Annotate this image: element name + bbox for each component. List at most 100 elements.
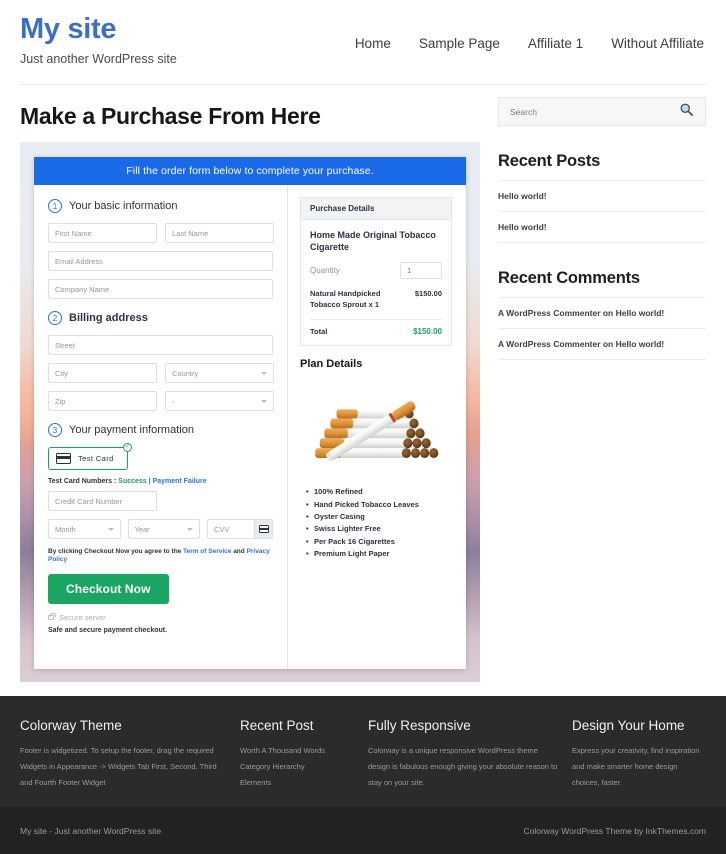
- expiry-year-select[interactable]: Year: [127, 519, 200, 539]
- line-item-row: Natural Handpicked Tobacco Sprout x 1 $1…: [310, 289, 442, 321]
- cvv-field-group[interactable]: CVV: [207, 519, 273, 539]
- zip-input[interactable]: Zip: [48, 391, 157, 411]
- test-success-link[interactable]: Success: [118, 478, 146, 485]
- chevron-down-icon: [187, 527, 193, 531]
- credit-card-icon: [258, 525, 269, 533]
- plan-feature: Swiss Lighter Free: [306, 523, 452, 536]
- state-select[interactable]: -: [165, 391, 274, 411]
- footer-widget-fully-responsive: Fully Responsive Colorway is a unique re…: [368, 718, 558, 791]
- site-title[interactable]: My site: [20, 13, 177, 46]
- country-select-value: Country: [172, 368, 199, 378]
- product-name: Home Made Original Tobacco Cigarette: [310, 230, 436, 253]
- footer-theme-credit[interactable]: Colorway WordPress Theme by InkThemes.co…: [524, 826, 707, 836]
- step-3-label: Your payment information: [69, 424, 194, 436]
- footer-widget-text: Express your creativity, find inspiratio…: [572, 746, 700, 788]
- step-2-label: Billing address: [69, 312, 148, 324]
- email-row: Email Address: [48, 251, 273, 271]
- test-card-option-wrap: Test Card ✓: [48, 443, 132, 470]
- recent-posts-widget: Recent Posts Hello world! Hello world!: [498, 152, 706, 243]
- state-select-value: -: [172, 396, 175, 406]
- step-2-header: 2 Billing address: [48, 311, 273, 325]
- nav-item-sample-page[interactable]: Sample Page: [419, 36, 500, 51]
- chevron-down-icon: [261, 399, 267, 403]
- checkout-now-button[interactable]: Checkout Now: [48, 573, 169, 604]
- step-3-number: 3: [48, 423, 62, 437]
- total-label: Total: [310, 327, 328, 337]
- purchase-details-body: Home Made Original Tobacco Cigarette Qua…: [301, 220, 451, 345]
- content-column: Make a Purchase From Here Fill the order…: [20, 85, 480, 682]
- step-3-header: 3 Your payment information: [48, 423, 273, 437]
- plan-features-list: 100% Refined Hand Picked Tobacco Leaves …: [300, 486, 452, 561]
- expiry-month-select[interactable]: Month: [48, 519, 121, 539]
- site-branding[interactable]: My site Just another WordPress site: [20, 13, 177, 66]
- term-of-service-link[interactable]: Term of Service: [183, 548, 231, 555]
- city-country-row: City Country: [48, 363, 274, 383]
- email-input[interactable]: Email Address: [48, 251, 273, 271]
- check-circle-icon: ✓: [122, 443, 132, 452]
- search-widget[interactable]: [498, 97, 706, 126]
- footer-widget-text: Colorway is a unique responsive WordPres…: [368, 746, 558, 788]
- expiry-month-value: Month: [55, 524, 76, 534]
- test-card-option[interactable]: Test Card: [48, 447, 128, 470]
- cvv-input[interactable]: CVV: [208, 520, 254, 538]
- name-row: First Name Last Name: [48, 223, 274, 243]
- last-name-input[interactable]: Last Name: [165, 223, 274, 243]
- test-card-numbers-note: Test Card Numbers : Success | Payment Fa…: [48, 478, 273, 485]
- purchase-details-box: Purchase Details Home Made Original Toba…: [300, 197, 452, 347]
- plan-feature: Oyster Casing: [306, 511, 452, 524]
- street-input[interactable]: Street: [48, 335, 273, 355]
- recent-comment-item[interactable]: A WordPress Commenter on Hello world!: [498, 329, 706, 360]
- recent-comments-widget: Recent Comments A WordPress Commenter on…: [498, 269, 706, 360]
- sidebar: Recent Posts Hello world! Hello world! R…: [498, 85, 706, 386]
- chevron-down-icon: [107, 527, 114, 531]
- nav-item-home[interactable]: Home: [355, 36, 391, 51]
- footer-recent-post-link[interactable]: Elements: [240, 775, 354, 791]
- footer-widgets: Colorway Theme Footer is widgetized. To …: [0, 696, 726, 808]
- test-failure-link[interactable]: Payment Failure: [153, 478, 207, 485]
- step-1-label: Your basic information: [69, 200, 178, 212]
- city-input[interactable]: City: [48, 363, 157, 383]
- secure-server-label: Secure server: [59, 612, 106, 622]
- terms-mid: and: [231, 548, 247, 555]
- first-name-input[interactable]: First Name: [48, 223, 157, 243]
- recent-comments-heading: Recent Comments: [498, 269, 706, 298]
- expiry-year-value: Year: [134, 524, 150, 534]
- zip-state-row: Zip -: [48, 391, 274, 411]
- footer-bottom-bar: My site - Just another WordPress site Co…: [0, 807, 726, 854]
- search-input[interactable]: [510, 106, 679, 117]
- nav-item-without-affiliate[interactable]: Without Affiliate: [611, 36, 704, 51]
- order-form-columns: 1 Your basic information First Name Last…: [34, 185, 466, 669]
- step-1-header: 1 Your basic information: [48, 199, 273, 213]
- company-input[interactable]: Company Name: [48, 279, 273, 299]
- footer-recent-post-link[interactable]: Category Hierarchy: [240, 759, 354, 775]
- main-navigation: Home Sample Page Affiliate 1 Without Aff…: [355, 14, 706, 51]
- credit-card-number-input[interactable]: Credit Card Number: [48, 491, 157, 511]
- footer-widget-text: Footer is widgetized. To setup the foote…: [20, 746, 217, 788]
- country-select[interactable]: Country: [165, 363, 274, 383]
- terms-prefix: By clicking Checkout Now you agree to th…: [48, 548, 184, 555]
- search-icon[interactable]: [679, 102, 694, 122]
- footer-widget-design-your-home: Design Your Home Express your creativity…: [572, 718, 706, 791]
- footer-widget-title: Fully Responsive: [368, 718, 471, 733]
- cvv-help-button[interactable]: [254, 520, 272, 538]
- footer-widget-title: Design Your Home: [572, 718, 685, 733]
- nav-item-affiliate-1[interactable]: Affiliate 1: [528, 36, 583, 51]
- plan-feature: Premium Light Paper: [306, 548, 452, 561]
- footer-widget-colorway-theme: Colorway Theme Footer is widgetized. To …: [20, 718, 226, 791]
- line-item-name: Natural Handpicked Tobacco Sprout x 1: [310, 289, 381, 309]
- step-2-number: 2: [48, 311, 62, 325]
- recent-post-item[interactable]: Hello world!: [498, 181, 706, 212]
- recent-comment-item[interactable]: A WordPress Commenter on Hello world!: [498, 298, 706, 329]
- expiry-cvv-row: Month Year CVV: [48, 519, 273, 539]
- quantity-label: Quantity: [310, 266, 340, 276]
- order-form-banner: Fill the order form below to complete yo…: [34, 157, 466, 185]
- card-number-row: Credit Card Number: [48, 491, 273, 511]
- purchase-details-heading: Purchase Details: [301, 198, 451, 220]
- footer-widget-title: Colorway Theme: [20, 718, 122, 733]
- footer-recent-post-link[interactable]: Worth A Thousand Words: [240, 743, 354, 759]
- page-title: Make a Purchase From Here: [20, 103, 321, 129]
- quantity-input[interactable]: 1: [400, 262, 442, 280]
- terms-agreement-text: By clicking Checkout Now you agree to th…: [48, 548, 273, 565]
- recent-post-item[interactable]: Hello world!: [498, 212, 706, 243]
- footer-widget-recent-post: Recent Post Worth A Thousand Words Categ…: [240, 718, 354, 791]
